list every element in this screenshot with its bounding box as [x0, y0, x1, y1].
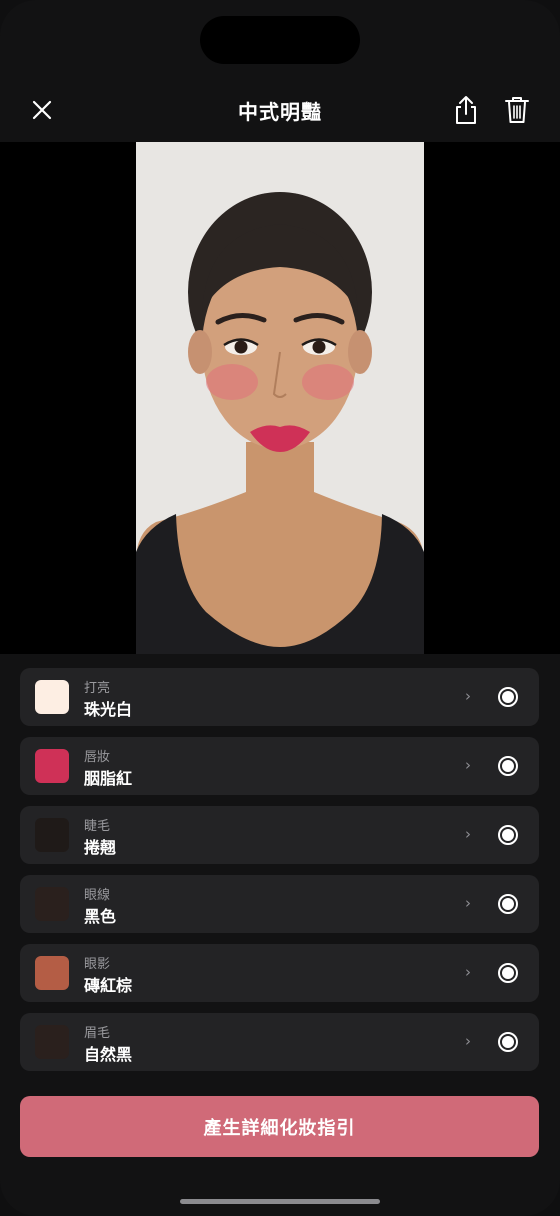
list-item-eyeshadow[interactable]: 眼影 磚紅棕 ›	[20, 944, 539, 1002]
chevron-right-icon: ›	[465, 963, 471, 981]
chevron-right-icon: ›	[465, 1032, 471, 1050]
chevron-right-icon: ›	[465, 825, 471, 843]
select-radio[interactable]	[498, 894, 518, 914]
preview-area	[0, 142, 560, 654]
select-radio[interactable]	[498, 963, 518, 983]
trash-icon	[505, 97, 529, 123]
share-icon	[456, 96, 476, 124]
share-button[interactable]	[448, 92, 484, 128]
home-indicator[interactable]	[180, 1199, 380, 1204]
item-category: 打亮	[84, 681, 111, 696]
select-radio[interactable]	[498, 687, 518, 707]
item-category: 睫毛	[84, 819, 111, 834]
select-radio[interactable]	[498, 1032, 518, 1052]
color-swatch	[35, 956, 69, 990]
dynamic-island	[200, 16, 360, 64]
list-item-highlight[interactable]: 打亮 珠光白 ›	[20, 668, 539, 726]
color-swatch	[35, 887, 69, 921]
item-value: 捲翹	[84, 838, 117, 857]
item-category: 眼線	[84, 888, 111, 903]
select-radio[interactable]	[498, 825, 518, 845]
page-title: 中式明豔	[238, 99, 322, 124]
delete-button[interactable]	[499, 92, 535, 128]
list-item-lashes[interactable]: 睫毛 捲翹 ›	[20, 806, 539, 864]
generate-guide-button[interactable]: 產生詳細化妝指引	[20, 1096, 539, 1157]
color-swatch	[35, 818, 69, 852]
list-item-lips[interactable]: 唇妝 胭脂紅 ›	[20, 737, 539, 795]
color-swatch	[35, 1025, 69, 1059]
close-button[interactable]	[24, 92, 60, 128]
item-value: 黑色	[84, 907, 117, 926]
item-category: 眼影	[84, 957, 111, 972]
item-category: 唇妝	[84, 750, 111, 765]
item-category: 眉毛	[84, 1026, 111, 1041]
list-item-eyeliner[interactable]: 眼線 黑色 ›	[20, 875, 539, 933]
item-value: 自然黑	[84, 1045, 133, 1064]
app-screen: 中式明豔 打亮 珠光白 › 唇妝 胭脂紅 › 睫毛 捲翹 › 眼線 黑色 › 眼…	[0, 0, 560, 1216]
color-swatch	[35, 680, 69, 714]
face-photo	[136, 142, 424, 654]
top-bar: 中式明豔	[0, 78, 560, 142]
chevron-right-icon: ›	[465, 756, 471, 774]
chevron-right-icon: ›	[465, 687, 471, 705]
select-radio[interactable]	[498, 756, 518, 776]
item-value: 珠光白	[84, 700, 133, 719]
portrait-illustration	[136, 142, 424, 654]
close-icon	[32, 100, 52, 120]
color-swatch	[35, 749, 69, 783]
item-value: 胭脂紅	[84, 769, 133, 788]
item-value: 磚紅棕	[84, 976, 133, 995]
list-item-brows[interactable]: 眉毛 自然黑 ›	[20, 1013, 539, 1071]
chevron-right-icon: ›	[465, 894, 471, 912]
